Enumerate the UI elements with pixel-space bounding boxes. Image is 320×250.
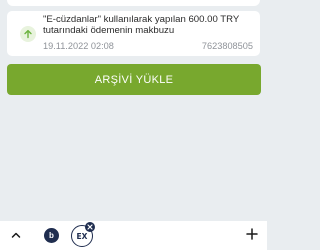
upload-archive-button[interactable]: ARŞİVİ YÜKLE — [7, 64, 261, 95]
transaction-title: "E-cüzdanlar" kullanılarak yapılan 600.0… — [43, 14, 240, 36]
previous-card-edge — [7, 0, 260, 6]
bottom-bar: b EX — [0, 221, 267, 250]
transaction-card[interactable]: "E-cüzdanlar" kullanılarak yapılan 600.0… — [7, 11, 260, 56]
transaction-date: 19.11.2022 02:08 — [43, 41, 114, 51]
app-glyph: EX — [76, 231, 88, 241]
arrow-up-icon — [20, 26, 36, 42]
transaction-number: 7623808505 — [201, 41, 253, 51]
plus-icon[interactable] — [245, 227, 259, 241]
caret-up-icon[interactable] — [9, 228, 23, 242]
bip-app-letter: b — [49, 231, 54, 240]
bip-app-icon[interactable]: b — [44, 228, 59, 243]
close-icon[interactable] — [85, 222, 95, 232]
